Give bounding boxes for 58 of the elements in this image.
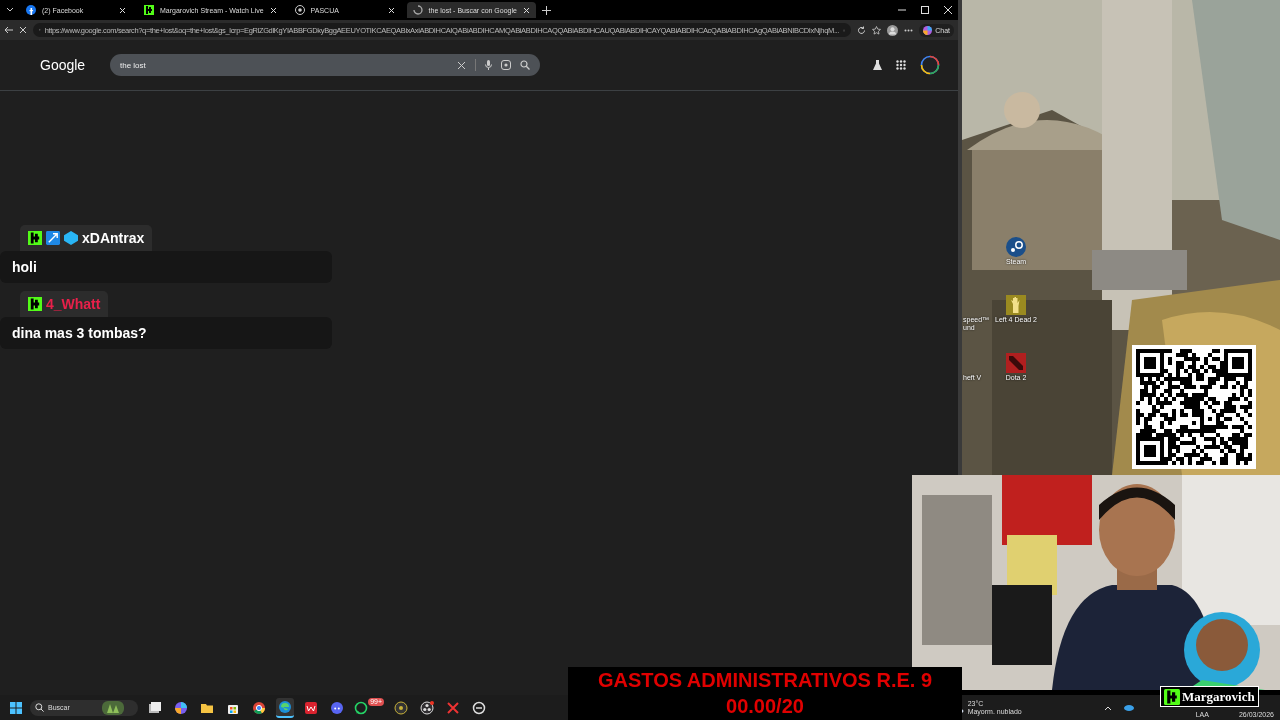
clear-icon[interactable] [457,60,466,70]
k-logo-icon [144,5,154,15]
profile-avatar-icon[interactable] [887,24,899,36]
close-icon[interactable] [269,6,277,14]
flask-icon[interactable] [873,60,882,70]
chat-bubble-icon [354,700,368,715]
gem-icon [64,231,78,245]
forest-icon [102,700,124,715]
k-logo-icon [1164,688,1180,705]
search-icon[interactable] [35,703,44,712]
refresh-icon[interactable] [857,25,867,35]
new-tab-icon[interactable] [541,5,551,15]
copilot-icon [923,25,933,35]
capcut-icon [446,700,460,715]
close-icon[interactable] [944,6,952,14]
back-arrow-icon[interactable] [4,26,13,34]
overlay-banner-text: 00.00/20 [726,694,804,719]
discord-icon [330,700,344,715]
k-logo-icon [28,297,42,311]
chat-message: dina mas 3 tombas? [0,317,332,349]
arrow-badge-icon [46,231,60,245]
search-bar[interactable]: the lost [110,54,540,76]
chat-message: holi [0,251,332,283]
copilot-icon [174,700,188,715]
stop-icon[interactable] [19,26,27,34]
close-icon[interactable] [522,6,530,14]
wps-icon [304,700,318,715]
close-icon[interactable] [387,6,395,14]
username-tag: 4_Whatt [20,291,109,317]
username-tag: xDAntrax [20,225,153,251]
loading-icon [412,5,423,15]
more-icon[interactable] [904,28,914,32]
cloud-icon[interactable] [1123,704,1134,711]
stream-logo: Margarovich [1160,686,1259,707]
k-logo-icon [28,231,42,245]
minimize-icon[interactable] [898,6,906,14]
chevron-up-icon[interactable] [1103,704,1112,711]
microphone-icon[interactable] [485,60,492,70]
google-logo[interactable]: Google [40,57,110,73]
chrome-icon [252,700,266,715]
search-icon[interactable] [520,60,530,70]
overlay-banner-text: GASTOS ADMINISTRATIVOS R.E. 9 [597,668,933,693]
facebook-icon [26,5,36,15]
windows-logo-icon[interactable] [10,701,22,714]
obs-icon [420,700,434,715]
maximize-icon[interactable] [921,6,929,14]
task-view-icon [148,700,162,715]
disc-icon [394,700,408,715]
account-ring-icon[interactable] [920,55,940,75]
close-icon[interactable] [119,6,126,14]
globe-icon [294,5,305,15]
search-field[interactable]: the lost [120,60,448,70]
taskbar-app[interactable] [276,697,294,718]
chevron-down-icon[interactable] [6,7,14,13]
camera-lens-icon[interactable] [501,60,511,70]
favorites-icon[interactable] [872,25,882,35]
edge-icon [278,699,292,714]
apps-grid-icon[interactable] [896,60,906,70]
